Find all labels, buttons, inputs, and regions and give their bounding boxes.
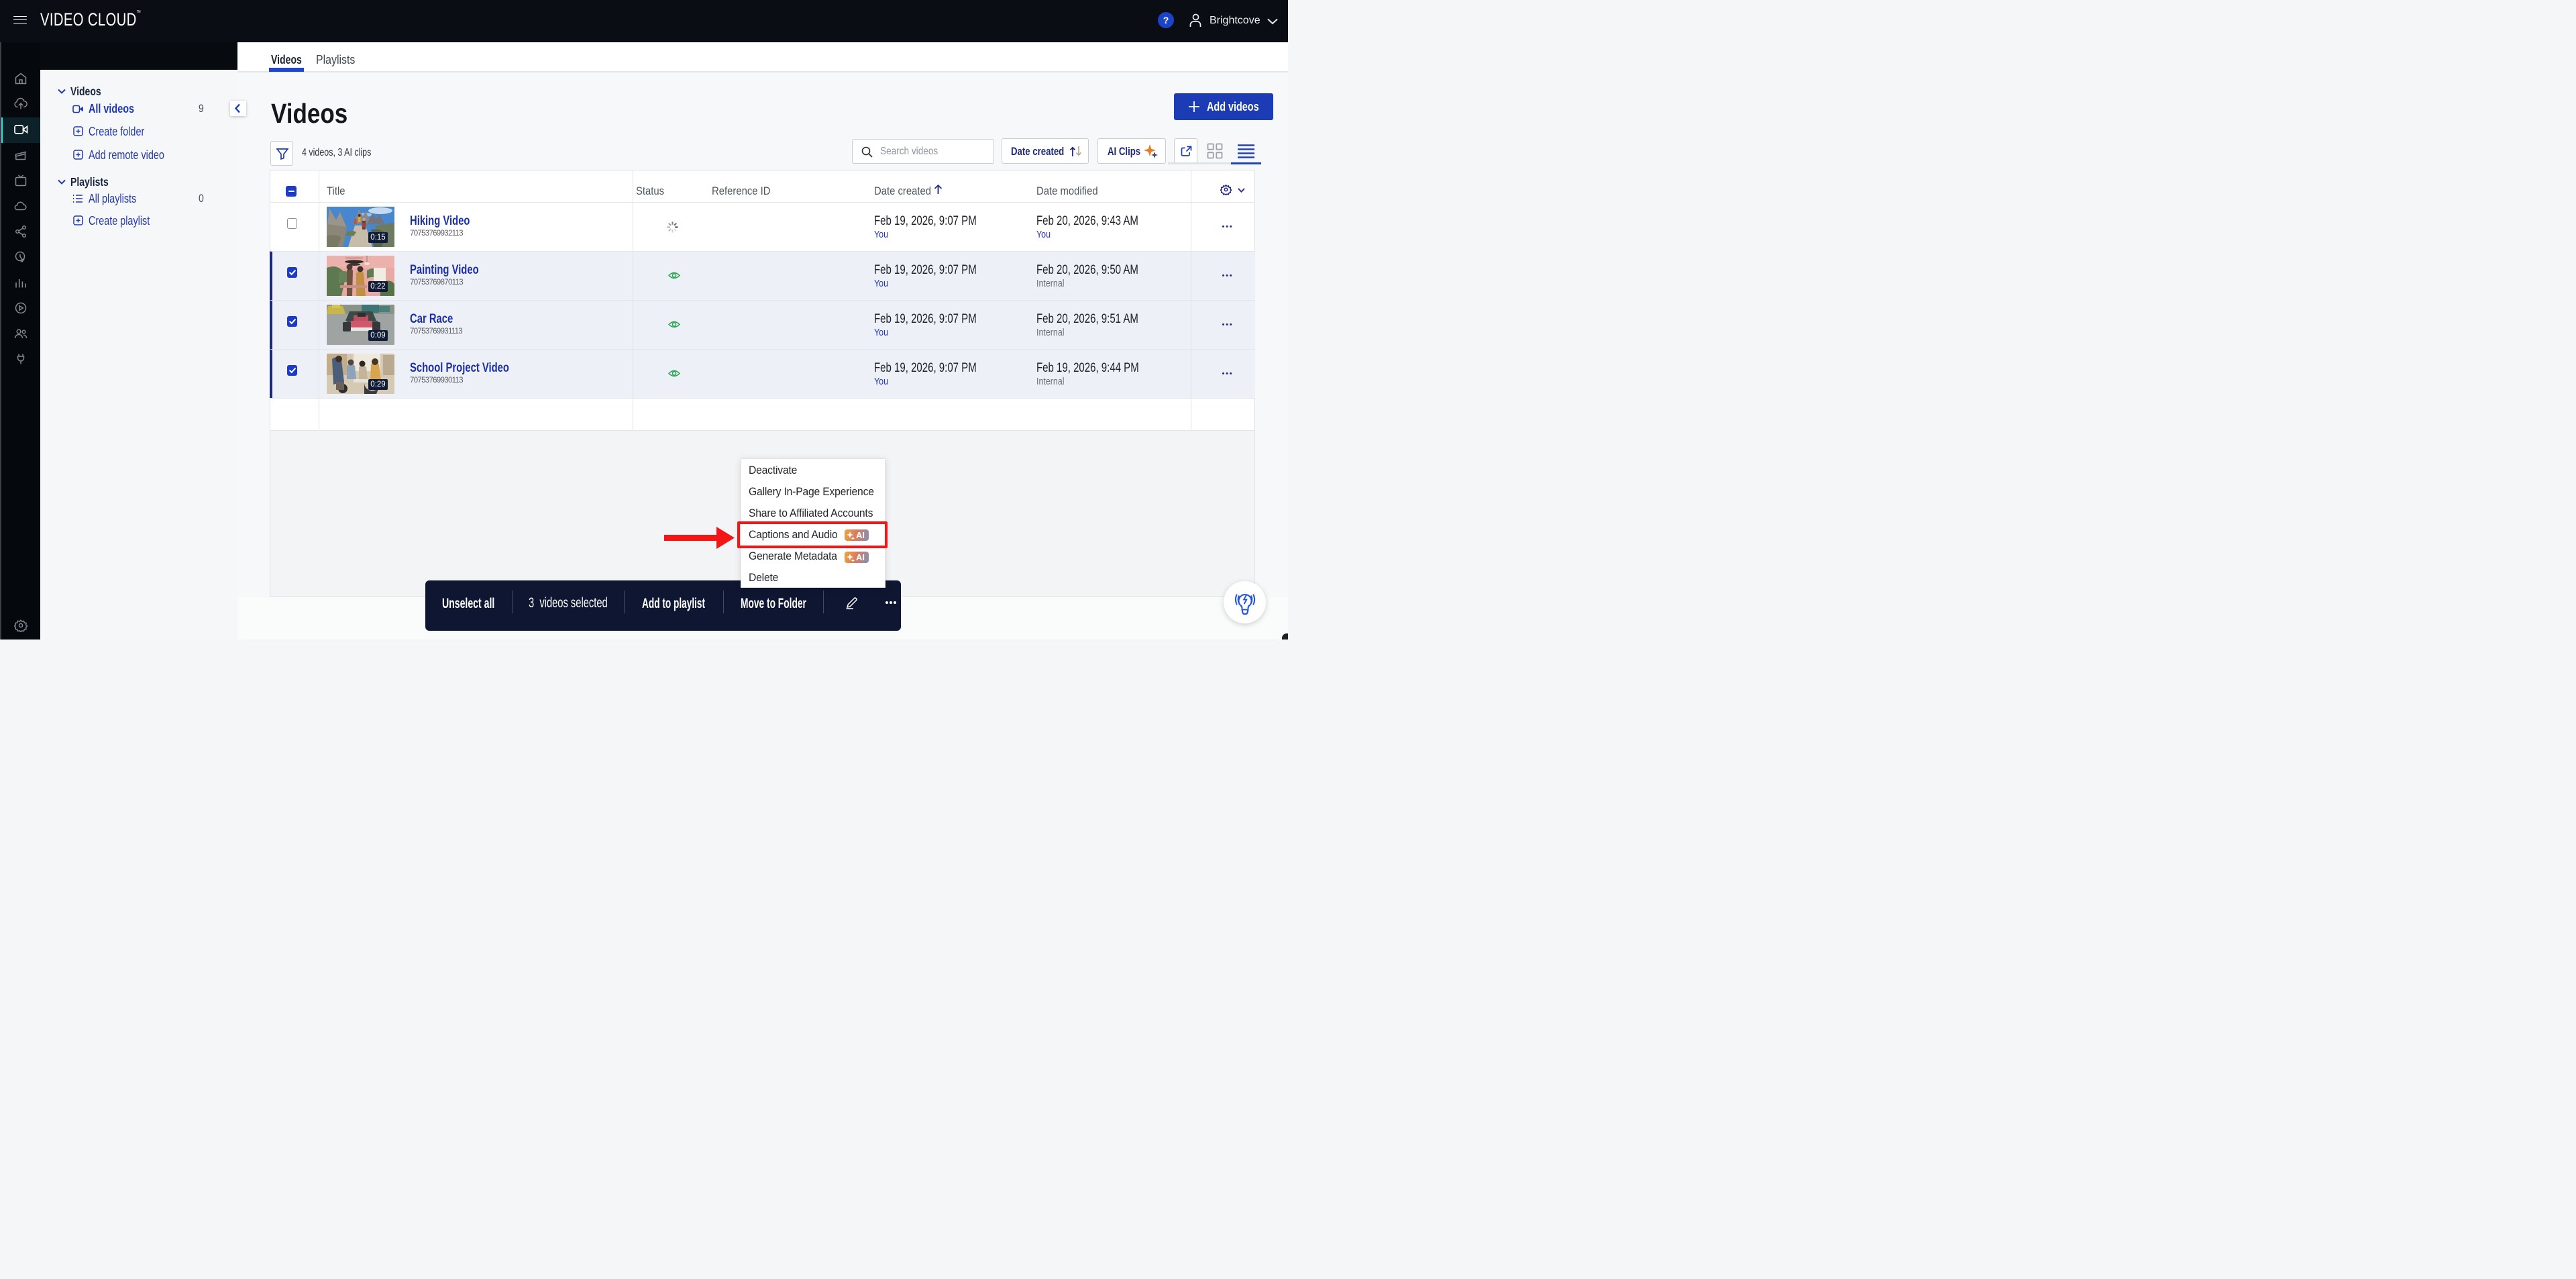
svg-text:AI: AI [856,552,865,562]
